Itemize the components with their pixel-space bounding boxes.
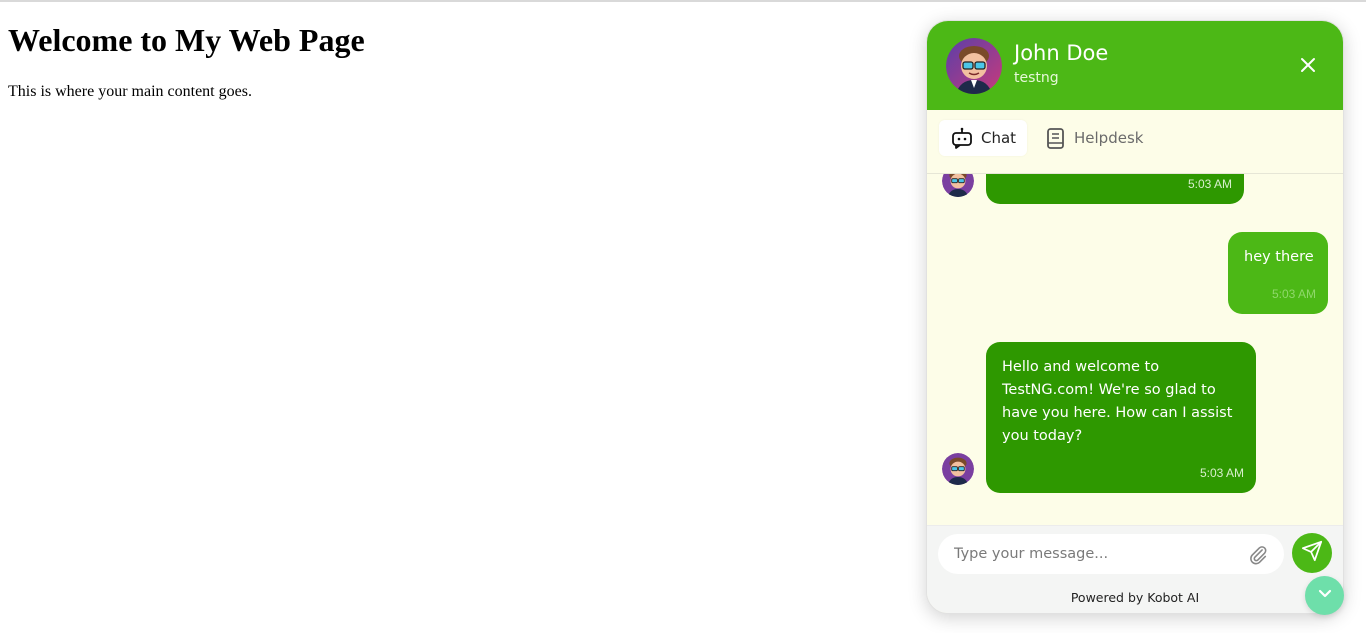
- bot-avatar-icon: [942, 453, 974, 485]
- chat-contact-subtitle: testng: [1014, 70, 1059, 86]
- message-time: 5:03 AM: [1199, 466, 1244, 480]
- tab-helpdesk-label: Helpdesk: [1074, 129, 1144, 147]
- bot-avatar-icon: [942, 174, 974, 197]
- message-input[interactable]: [938, 534, 1284, 574]
- send-button[interactable]: [1292, 533, 1332, 573]
- page-title: Welcome to My Web Page: [8, 22, 365, 58]
- close-icon[interactable]: [1299, 56, 1317, 74]
- message-time: 5:03 AM: [1187, 177, 1232, 191]
- powered-by-footer: Powered by Kobot AI: [927, 581, 1343, 613]
- message-bubble-bot: Hello and welcome to TestNG.com! We're s…: [986, 342, 1256, 493]
- paperclip-icon[interactable]: [1247, 544, 1269, 566]
- message-bubble-user: hey there 5:03 AM: [1228, 232, 1328, 314]
- tab-chat-label: Chat: [981, 129, 1017, 147]
- chat-contact-name: John Doe: [1014, 41, 1109, 65]
- chat-header: John Doe testng: [927, 21, 1343, 110]
- message-text: Hello and welcome to TestNG.com! We're s…: [1002, 359, 1233, 444]
- message-list[interactable]: 5:03 AM hey there 5:03 AM Hello and welc…: [927, 174, 1343, 525]
- book-icon: [1044, 127, 1066, 149]
- page-body-text: This is where your main content goes.: [8, 83, 252, 100]
- message-bubble-bot: 5:03 AM: [986, 174, 1244, 204]
- avatar-icon: [946, 38, 1002, 94]
- scroll-down-button[interactable]: [1305, 576, 1344, 615]
- chat-tabs: Chat Helpdesk: [927, 110, 1343, 174]
- chat-widget: John Doe testng Chat Helpdesk 5:03 AM he…: [926, 20, 1344, 614]
- send-icon: [1301, 540, 1323, 566]
- chevron-down-icon: [1316, 584, 1334, 607]
- message-text: hey there: [1244, 249, 1314, 265]
- browser-top-divider: [0, 0, 1366, 2]
- message-composer: [927, 525, 1343, 581]
- tab-chat[interactable]: Chat: [939, 120, 1028, 156]
- bot-icon: [951, 127, 973, 149]
- message-time: 5:03 AM: [1271, 287, 1316, 301]
- tab-helpdesk[interactable]: Helpdesk: [1032, 120, 1154, 156]
